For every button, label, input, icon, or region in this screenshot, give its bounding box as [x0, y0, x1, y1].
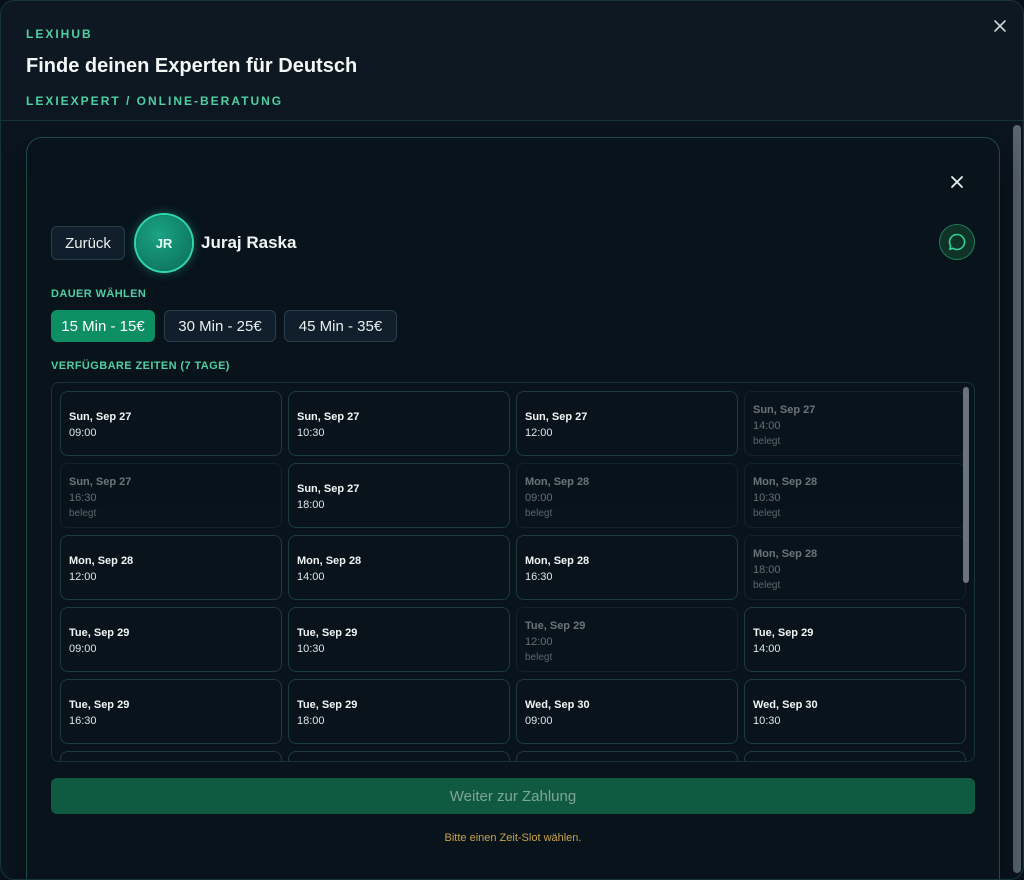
chat-icon	[948, 233, 966, 251]
time-slot[interactable]: Tue, Sep 29 16:30	[60, 679, 282, 744]
modal-close-button[interactable]	[945, 170, 969, 194]
time-slot[interactable]: Mon, Sep 28 14:00	[288, 535, 510, 600]
time-slot: Sun, Sep 27 16:30 belegt	[60, 463, 282, 528]
slot-booked-status: belegt	[69, 508, 97, 519]
time-slot[interactable]: Sun, Sep 27 18:00	[288, 463, 510, 528]
slot-time: 14:00	[297, 571, 325, 583]
slot-time: 10:30	[753, 715, 781, 727]
slot-date: Tue, Sep 29	[525, 620, 586, 632]
slot-date: Tue, Sep 29	[297, 627, 358, 639]
slot-date: Wed, Sep 30	[525, 699, 590, 711]
chat-button[interactable]	[939, 224, 975, 260]
slot-date: Sun, Sep 27	[69, 476, 132, 488]
app-window: 57 4.9 0 1 LEXIHUB Finde deinen Experten…	[0, 0, 1024, 880]
slot-time: 09:00	[69, 643, 97, 655]
time-slot[interactable]: Wed, Sep 30 09:00	[516, 679, 738, 744]
slot-date: Mon, Sep 28	[753, 548, 818, 560]
slot-time: 16:30	[69, 715, 97, 727]
slot-time: 12:00	[525, 636, 553, 648]
slot-booked-status: belegt	[753, 580, 781, 591]
page-title: Finde deinen Experten für Deutsch	[26, 55, 358, 77]
app-header: LEXIHUB Finde deinen Experten für Deutsc…	[1, 1, 1023, 121]
slots-scrollbar-thumb[interactable]	[963, 387, 969, 583]
time-slot[interactable]: Wed, Sep 30	[288, 751, 510, 761]
time-slot[interactable]: Tue, Sep 29 14:00	[744, 607, 966, 672]
slot-time: 16:30	[525, 571, 553, 583]
slot-date: Mon, Sep 28	[753, 476, 818, 488]
slot-booked-status: belegt	[525, 508, 553, 519]
time-slots-grid: Sun, Sep 27 09:00 Sun, Sep 27 10:30 Sun, Sep…	[60, 391, 966, 761]
slot-time: 10:30	[753, 492, 781, 504]
slot-date: Tue, Sep 29	[297, 699, 358, 711]
slot-date: Mon, Sep 28	[525, 476, 590, 488]
continue-to-payment-button[interactable]: Weiter zur Zahlung	[51, 778, 975, 814]
slot-time: 14:00	[753, 643, 781, 655]
window-close-button[interactable]	[989, 15, 1011, 37]
slot-date: Sun, Sep 27	[69, 411, 132, 423]
time-slot[interactable]: Wed, Sep 30	[60, 751, 282, 761]
slot-booked-status: belegt	[753, 508, 781, 519]
time-slot: Mon, Sep 28 10:30 belegt	[744, 463, 966, 528]
slot-time: 10:30	[297, 643, 325, 655]
slot-time: 09:00	[69, 427, 97, 439]
slot-time: 14:00	[753, 420, 781, 432]
slot-date: Sun, Sep 27	[525, 411, 588, 423]
time-slot[interactable]: Mon, Sep 28 12:00	[60, 535, 282, 600]
brand-label: LEXIHUB	[26, 27, 93, 41]
slot-time: 16:30	[69, 492, 97, 504]
duration-option-30[interactable]: 30 Min - 25€	[164, 310, 276, 342]
slot-time: 09:00	[525, 492, 553, 504]
close-icon	[951, 176, 963, 188]
slot-date: Mon, Sep 28	[525, 555, 590, 567]
duration-section-label: DAUER WÄHLEN	[51, 288, 147, 300]
slot-date: Sun, Sep 27	[297, 483, 360, 495]
time-slot[interactable]: Wed, Sep 30	[744, 751, 966, 761]
time-slot[interactable]: Sun, Sep 27 09:00	[60, 391, 282, 456]
time-slots-list[interactable]: Sun, Sep 27 09:00 Sun, Sep 27 10:30 Sun, Sep…	[51, 382, 975, 762]
slot-date: Sun, Sep 27	[297, 411, 360, 423]
slot-booked-status: belegt	[525, 652, 553, 663]
slot-date: Tue, Sep 29	[753, 627, 814, 639]
page-scrollbar-thumb[interactable]	[1013, 125, 1021, 873]
slot-time: 12:00	[525, 427, 553, 439]
time-slot[interactable]: Mon, Sep 28 16:30	[516, 535, 738, 600]
time-slot[interactable]: Wed, Sep 30	[516, 751, 738, 761]
time-slot[interactable]: Tue, Sep 29 10:30	[288, 607, 510, 672]
slot-date: Mon, Sep 28	[69, 555, 134, 567]
time-slot[interactable]: Sun, Sep 27 10:30	[288, 391, 510, 456]
booking-modal: Zurück JR Juraj Raska DAUER WÄHLEN 15 Mi…	[26, 137, 1000, 879]
time-slot[interactable]: Tue, Sep 29 18:00	[288, 679, 510, 744]
slot-date: Tue, Sep 29	[69, 699, 130, 711]
avatar: JR	[136, 215, 192, 271]
slot-time: 10:30	[297, 427, 325, 439]
slot-time: 18:00	[297, 499, 325, 511]
duration-option-15[interactable]: 15 Min - 15€	[51, 310, 155, 342]
time-slot: Tue, Sep 29 12:00 belegt	[516, 607, 738, 672]
time-slot: Mon, Sep 28 18:00 belegt	[744, 535, 966, 600]
slot-time: 18:00	[753, 564, 781, 576]
page-subtitle: LEXIEXPERT / ONLINE-BERATUNG	[26, 94, 284, 108]
time-slot: Sun, Sep 27 14:00 belegt	[744, 391, 966, 456]
slot-time: 09:00	[525, 715, 553, 727]
close-icon	[994, 20, 1006, 32]
time-slot[interactable]: Wed, Sep 30 10:30	[744, 679, 966, 744]
slot-booked-status: belegt	[753, 436, 781, 447]
slot-time: 18:00	[297, 715, 325, 727]
slot-hint-text: Bitte einen Zeit-Slot wählen.	[444, 832, 582, 844]
slot-date: Sun, Sep 27	[753, 404, 816, 416]
slots-section-label: VERFÜGBARE ZEITEN (7 TAGE)	[51, 360, 230, 372]
expert-name: Juraj Raska	[201, 233, 297, 252]
slot-date: Mon, Sep 28	[297, 555, 362, 567]
back-button[interactable]: Zurück	[51, 226, 125, 260]
duration-option-45[interactable]: 45 Min - 35€	[284, 310, 397, 342]
slot-date: Tue, Sep 29	[69, 627, 130, 639]
time-slot: Mon, Sep 28 09:00 belegt	[516, 463, 738, 528]
slot-date: Wed, Sep 30	[753, 699, 818, 711]
slot-time: 12:00	[69, 571, 97, 583]
time-slot[interactable]: Tue, Sep 29 09:00	[60, 607, 282, 672]
time-slot[interactable]: Sun, Sep 27 12:00	[516, 391, 738, 456]
